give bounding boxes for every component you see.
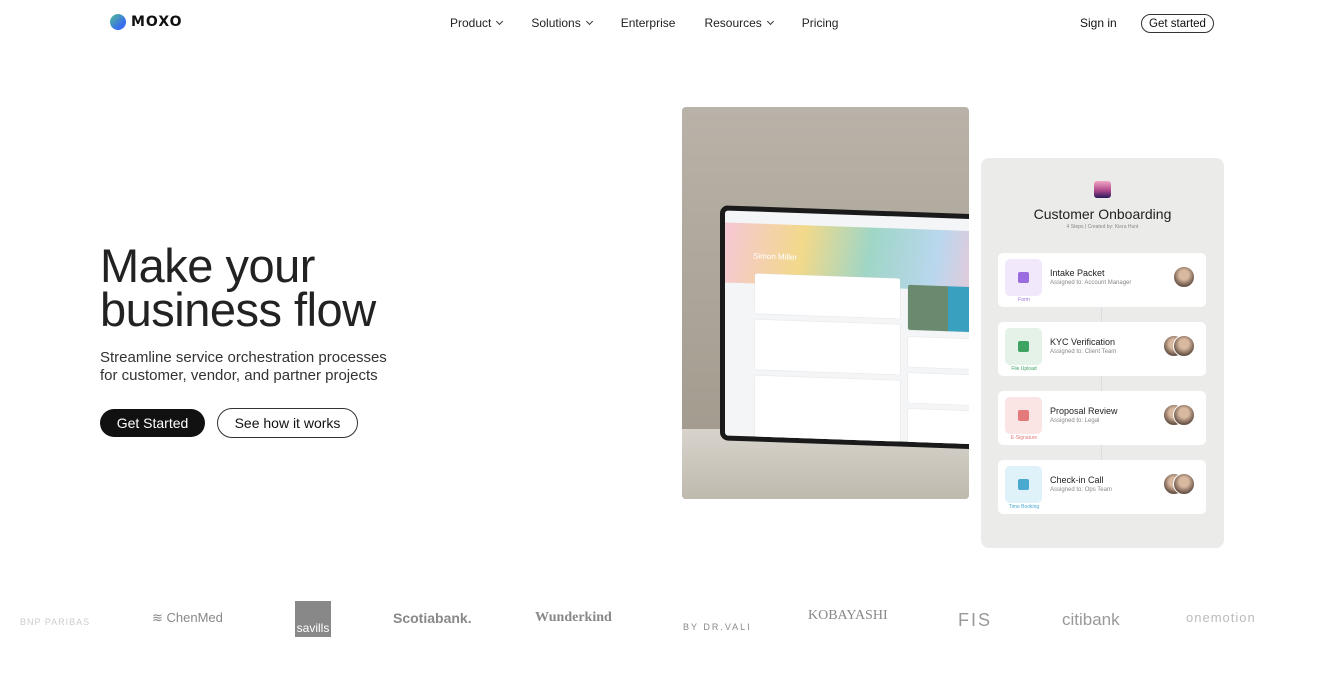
assignee-avatar — [1173, 266, 1195, 288]
screen-card — [908, 372, 969, 406]
top-nav: MOXO Product Solutions Enterprise Resour… — [0, 0, 1326, 46]
step-type: File Upload — [1011, 366, 1037, 372]
screen-user-name: Simon Miller — [753, 251, 798, 262]
assignee-avatar — [1173, 404, 1195, 426]
step-assignee: Assigned to: Client Team — [1050, 349, 1117, 355]
assignee-avatar — [1173, 335, 1195, 357]
step-assignee: Assigned to: Legal — [1050, 418, 1100, 424]
logo-wunderkind: Wunderkind — [535, 610, 612, 625]
nav-enterprise[interactable]: Enterprise — [621, 16, 676, 30]
nav-label: Solutions — [531, 16, 581, 30]
chevron-down-icon — [496, 17, 504, 26]
step-assignee: Assigned to: Account Manager — [1050, 280, 1132, 286]
logo-by-dr-vali: BY DR.VALI — [683, 622, 752, 632]
step-type-icon — [1005, 397, 1042, 434]
screen-card — [755, 273, 900, 319]
step-connector — [1101, 307, 1102, 322]
nav-pricing[interactable]: Pricing — [802, 16, 839, 30]
step-type: Form — [1018, 297, 1030, 303]
subtitle-line: for customer, vendor, and partner projec… — [100, 367, 378, 384]
get-started-nav-button[interactable]: Get started — [1141, 14, 1214, 33]
logo-savills: savills — [295, 601, 331, 637]
logo-onemotion: onemotion — [1186, 610, 1256, 625]
assignee-avatar — [1173, 473, 1195, 495]
step-type-icon — [1005, 328, 1042, 365]
nav-label: Pricing — [801, 16, 839, 30]
logo-citibank: citibank — [1062, 610, 1120, 629]
logo-fis: FIS — [958, 610, 993, 630]
workflow-step[interactable]: Time Booking Check-in Call Assigned to: … — [998, 460, 1206, 514]
brand-logo[interactable]: MOXO — [110, 14, 183, 30]
step-assignee: Assigned to: Ops Team — [1050, 487, 1112, 493]
workflow-meta: 4 Steps | Created by: Kiera Hunt — [1066, 224, 1139, 230]
workflow-step[interactable]: File Upload KYC Verification Assigned to… — [998, 322, 1206, 376]
step-name: Intake Packet — [1050, 268, 1105, 278]
logo-text: ChenMed — [166, 610, 223, 625]
workflow-title: Customer Onboarding — [1033, 206, 1172, 222]
product-photo: Simon Miller — [682, 107, 969, 499]
sign-in-link[interactable]: Sign in — [1080, 16, 1117, 30]
nav-label: Resources — [704, 16, 762, 30]
screen-card — [908, 284, 969, 333]
step-type-icon — [1005, 466, 1042, 503]
step-type-icon — [1005, 259, 1042, 296]
workflow-panel: Customer Onboarding 4 Steps | Created by… — [981, 158, 1224, 548]
brand-name: MOXO — [131, 14, 183, 30]
hero-title-line: business flow — [100, 283, 376, 336]
monitor: Simon Miller — [720, 205, 969, 450]
logo-kobayashi: KOBAYASHI — [808, 608, 888, 623]
workflow-icon — [1094, 181, 1111, 198]
see-how-it-works-button[interactable]: See how it works — [217, 408, 358, 438]
screen-card — [908, 336, 969, 370]
monitor-screen: Simon Miller — [725, 210, 969, 445]
nav-resources[interactable]: Resources — [704, 16, 774, 30]
customer-logos: BNP PARIBAS ≋ ChenMed savills Scotiabank… — [0, 600, 1326, 640]
chevron-down-icon — [585, 17, 593, 26]
nav-label: Enterprise — [620, 16, 676, 30]
logo-bnp-paribas: BNP PARIBAS — [20, 617, 91, 627]
screen-card — [755, 319, 900, 375]
step-name: Check-in Call — [1050, 475, 1104, 485]
subtitle-line: Streamline service orchestration process… — [100, 349, 387, 366]
nav-label: Product — [450, 16, 492, 30]
step-connector — [1101, 445, 1102, 460]
step-type: Time Booking — [1008, 504, 1040, 510]
hero-subtitle: Streamline service orchestration process… — [100, 349, 387, 385]
get-started-button[interactable]: Get Started — [100, 409, 205, 437]
step-type: E-Signature — [1010, 435, 1038, 441]
logo-mark-icon — [110, 14, 126, 30]
hero-title: Make your business flow — [100, 242, 376, 333]
nav-solutions[interactable]: Solutions — [531, 16, 593, 30]
workflow-step[interactable]: E-Signature Proposal Review Assigned to:… — [998, 391, 1206, 445]
workflow-step[interactable]: Form Intake Packet Assigned to: Account … — [998, 253, 1206, 307]
logo-scotiabank: Scotiabank. — [393, 610, 472, 626]
step-connector — [1101, 376, 1102, 391]
logo-chenmed: ≋ ChenMed — [152, 610, 223, 625]
chevron-down-icon — [766, 17, 774, 26]
screen-card — [755, 375, 900, 443]
step-name: Proposal Review — [1050, 406, 1118, 416]
screen-card — [908, 408, 969, 445]
nav-product[interactable]: Product — [450, 16, 504, 30]
step-name: KYC Verification — [1050, 337, 1116, 347]
